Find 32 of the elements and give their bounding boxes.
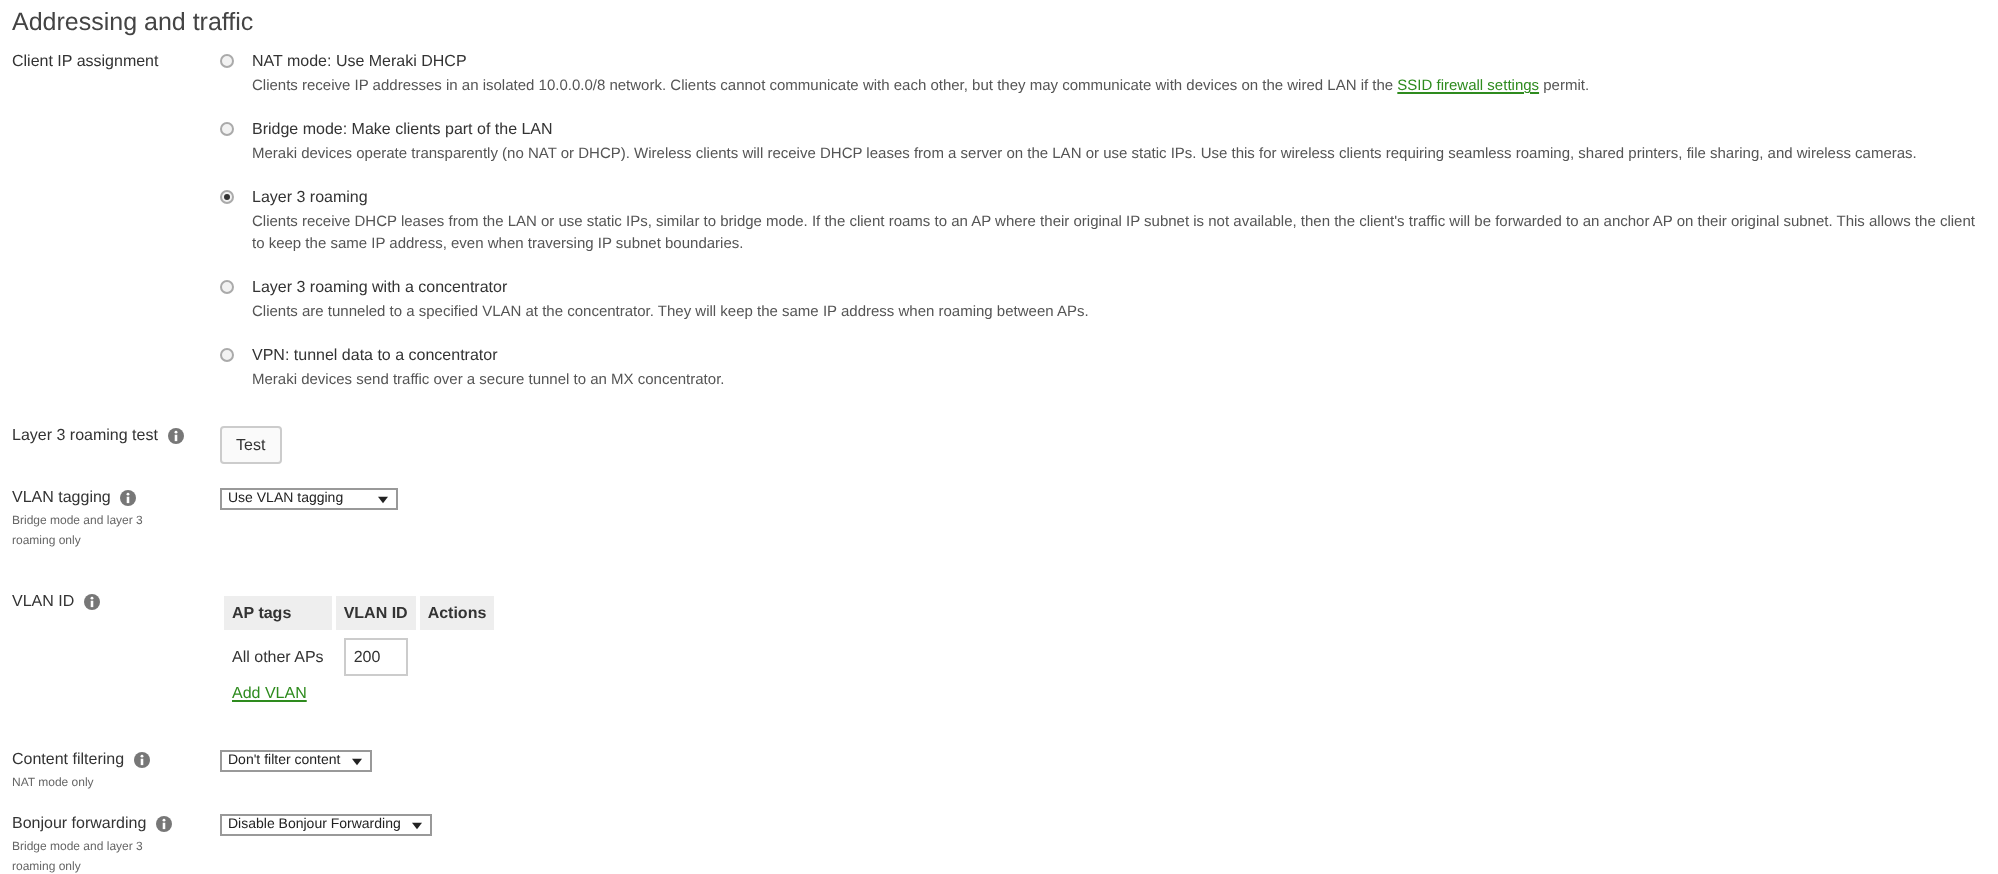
add-vlan-link[interactable]: Add VLAN <box>232 684 307 702</box>
option-title: VPN: tunnel data to a concentrator <box>252 346 500 364</box>
caret-icon <box>378 495 388 503</box>
radio-button[interactable] <box>220 54 234 68</box>
radio-button[interactable] <box>220 122 234 136</box>
vlan-id-field[interactable]: 200 <box>343 638 408 676</box>
info-icon <box>167 427 184 443</box>
info-icon <box>84 593 101 609</box>
column-header: VLAN ID <box>335 596 416 630</box>
field-label: Layer 3 roaming test <box>12 426 158 444</box>
info-icon <box>120 489 137 505</box>
radio-button[interactable] <box>220 280 234 294</box>
field-label: Content filtering <box>12 750 125 768</box>
field-label: Bonjour forwarding <box>12 814 147 832</box>
option-title: Bridge mode: Make clients part of the LAN <box>252 120 555 138</box>
radio-button[interactable] <box>220 190 234 204</box>
info-icon <box>156 815 173 831</box>
field-label: Client IP assignment <box>12 52 161 70</box>
column-header: AP tags <box>224 596 332 630</box>
caret-icon <box>412 821 423 829</box>
column-header: Actions <box>419 596 495 630</box>
field-label: VLAN tagging <box>12 488 111 506</box>
field-label: VLAN ID <box>12 592 75 610</box>
table-cell-text: All other APs <box>230 646 326 670</box>
radio-button[interactable] <box>220 348 234 362</box>
info-icon <box>134 751 151 767</box>
option-title: Layer 3 roaming with a concentrator <box>252 278 510 296</box>
option-title: Layer 3 roaming <box>252 188 370 206</box>
option-title: NAT mode: Use Meraki DHCP <box>252 52 469 70</box>
section-title: Addressing and traffic <box>12 8 256 36</box>
caret-icon <box>352 757 363 765</box>
test-button[interactable]: Test <box>220 426 282 464</box>
